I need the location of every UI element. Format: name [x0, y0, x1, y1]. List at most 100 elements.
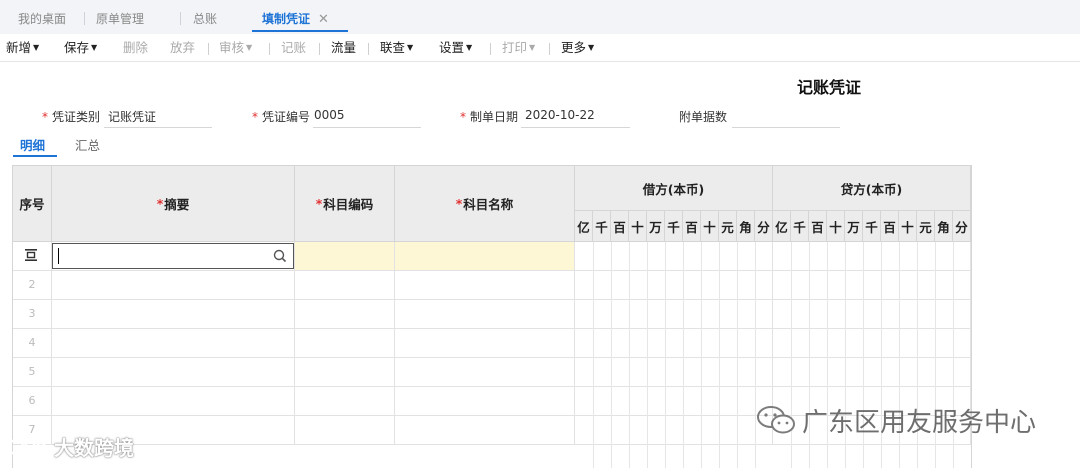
credit-cell[interactable]: [773, 271, 971, 299]
debit-digit-header: 亿: [575, 211, 593, 242]
summary-cell[interactable]: [52, 358, 295, 386]
account-name-cell[interactable]: [395, 358, 575, 386]
digit-column-rule: [593, 242, 594, 468]
print-button[interactable]: 打印 ▼: [502, 39, 535, 57]
digit-column-rule: [683, 242, 684, 468]
tab-general-ledger[interactable]: 总账: [193, 8, 217, 30]
debit-cell[interactable]: [575, 329, 773, 357]
tab-my-desktop[interactable]: 我的桌面: [18, 8, 66, 30]
insert-row-icon[interactable]: [23, 247, 39, 263]
summary-cell[interactable]: [52, 300, 295, 328]
account-name-cell[interactable]: [395, 416, 575, 444]
credit-digit-header: 分: [953, 211, 971, 242]
voucher-type-underline: [104, 127, 212, 128]
credit-cell[interactable]: [773, 358, 971, 386]
summary-cell[interactable]: [52, 329, 295, 357]
account-name-cell[interactable]: [395, 387, 575, 415]
account-code-cell[interactable]: [295, 300, 395, 328]
debit-digit-header: 角: [737, 211, 755, 242]
debit-cell[interactable]: [575, 416, 773, 444]
required-mark: *: [315, 196, 323, 211]
account-name-cell[interactable]: [395, 329, 575, 357]
required-mark: *: [42, 110, 48, 124]
subtab-summary[interactable]: 汇总: [75, 135, 100, 154]
watermark-service-center: 广东区用友服务中心: [756, 402, 1036, 443]
voucher-type-label-text: 凭证类别: [52, 110, 101, 124]
voucher-title: 记账凭证: [797, 78, 862, 97]
debit-cell[interactable]: [575, 300, 773, 328]
required-mark: *: [460, 110, 466, 124]
debit-digit-header: 万: [647, 211, 665, 242]
discard-button[interactable]: 放弃: [170, 39, 195, 57]
account-code-cell[interactable]: [295, 387, 395, 415]
voucher-number-label-text: 凭证编号: [262, 110, 311, 124]
chevron-down-icon: ▼: [407, 43, 414, 52]
save-button[interactable]: 保存 ▼: [64, 39, 97, 57]
voucher-date-label: * 制单日期: [460, 108, 518, 125]
account-code-cell[interactable]: [295, 271, 395, 299]
account-code-cell[interactable]: [295, 242, 395, 270]
account-code-cell[interactable]: [295, 329, 395, 357]
post-button[interactable]: 记账: [281, 39, 306, 57]
summary-cell[interactable]: [52, 271, 295, 299]
new-button-label: 新增: [6, 40, 32, 55]
toolbar-divider: [490, 43, 491, 55]
search-icon[interactable]: [273, 249, 287, 263]
query-button[interactable]: 联查 ▼: [380, 39, 413, 57]
summary-cell[interactable]: [52, 387, 295, 415]
required-mark: *: [156, 196, 164, 211]
debit-digit-header: 百: [683, 211, 701, 242]
debit-cell[interactable]: [575, 387, 773, 415]
subtab-indicator: [13, 155, 57, 157]
toolbar-divider: [319, 43, 320, 55]
account-name-cell[interactable]: [395, 300, 575, 328]
flow-button[interactable]: 流量: [331, 39, 356, 57]
debit-cell[interactable]: [575, 358, 773, 386]
account-code-cell[interactable]: [295, 416, 395, 444]
new-button[interactable]: 新增 ▼: [6, 39, 39, 57]
seq-cell: [13, 300, 52, 328]
subtab-detail[interactable]: 明细: [20, 135, 45, 154]
more-button[interactable]: 更多 ▼: [561, 39, 594, 57]
credit-digit-header: 万: [845, 211, 863, 242]
tab-divider: [84, 12, 85, 25]
credit-digit-header: 元: [917, 211, 935, 242]
voucher-date-label-text: 制单日期: [470, 110, 519, 124]
close-icon[interactable]: ✕: [318, 12, 329, 27]
header-credit: 贷方(本币): [773, 166, 971, 211]
digit-column-rule: [665, 242, 666, 468]
debit-cell[interactable]: [575, 242, 773, 270]
delete-button[interactable]: 删除: [123, 39, 148, 57]
review-button[interactable]: 审核 ▼: [219, 39, 252, 57]
voucher-type-field[interactable]: 记账凭证: [108, 108, 156, 125]
watermark-brand-text: 大数跨境: [54, 436, 134, 460]
credit-cell[interactable]: [773, 242, 971, 270]
account-name-cell[interactable]: [395, 271, 575, 299]
account-code-cell[interactable]: [295, 358, 395, 386]
tab-fill-voucher[interactable]: 填制凭证 ✕: [262, 8, 329, 30]
digit-column-rule: [629, 242, 630, 468]
voucher-date-field[interactable]: 2020-10-22: [525, 108, 595, 122]
credit-cell[interactable]: [773, 300, 971, 328]
chevron-down-icon: ▼: [466, 43, 473, 52]
credit-cell[interactable]: [773, 329, 971, 357]
voucher-number-field[interactable]: 0005: [314, 108, 345, 122]
seq-cell: [13, 387, 52, 415]
chevron-down-icon: ▼: [91, 43, 98, 52]
credit-digit-header: 千: [791, 211, 809, 242]
toolbar-divider: [269, 43, 270, 55]
credit-digit-header: 十: [827, 211, 845, 242]
tab-original-docs[interactable]: 原单管理: [96, 8, 144, 30]
summary-input[interactable]: [52, 243, 294, 269]
credit-digit-header: 角: [935, 211, 953, 242]
query-button-label: 联查: [380, 40, 406, 55]
active-tab-indicator: [252, 30, 348, 32]
toolbar-divider: [208, 43, 209, 55]
debit-digit-header: 百: [611, 211, 629, 242]
account-name-cell[interactable]: [395, 242, 575, 270]
tab-bar: 我的桌面 原单管理 总账 填制凭证 ✕: [0, 0, 1080, 35]
settings-button[interactable]: 设置 ▼: [439, 39, 472, 57]
debit-digit-header: 十: [701, 211, 719, 242]
toolbar-divider: [549, 43, 550, 55]
debit-cell[interactable]: [575, 271, 773, 299]
